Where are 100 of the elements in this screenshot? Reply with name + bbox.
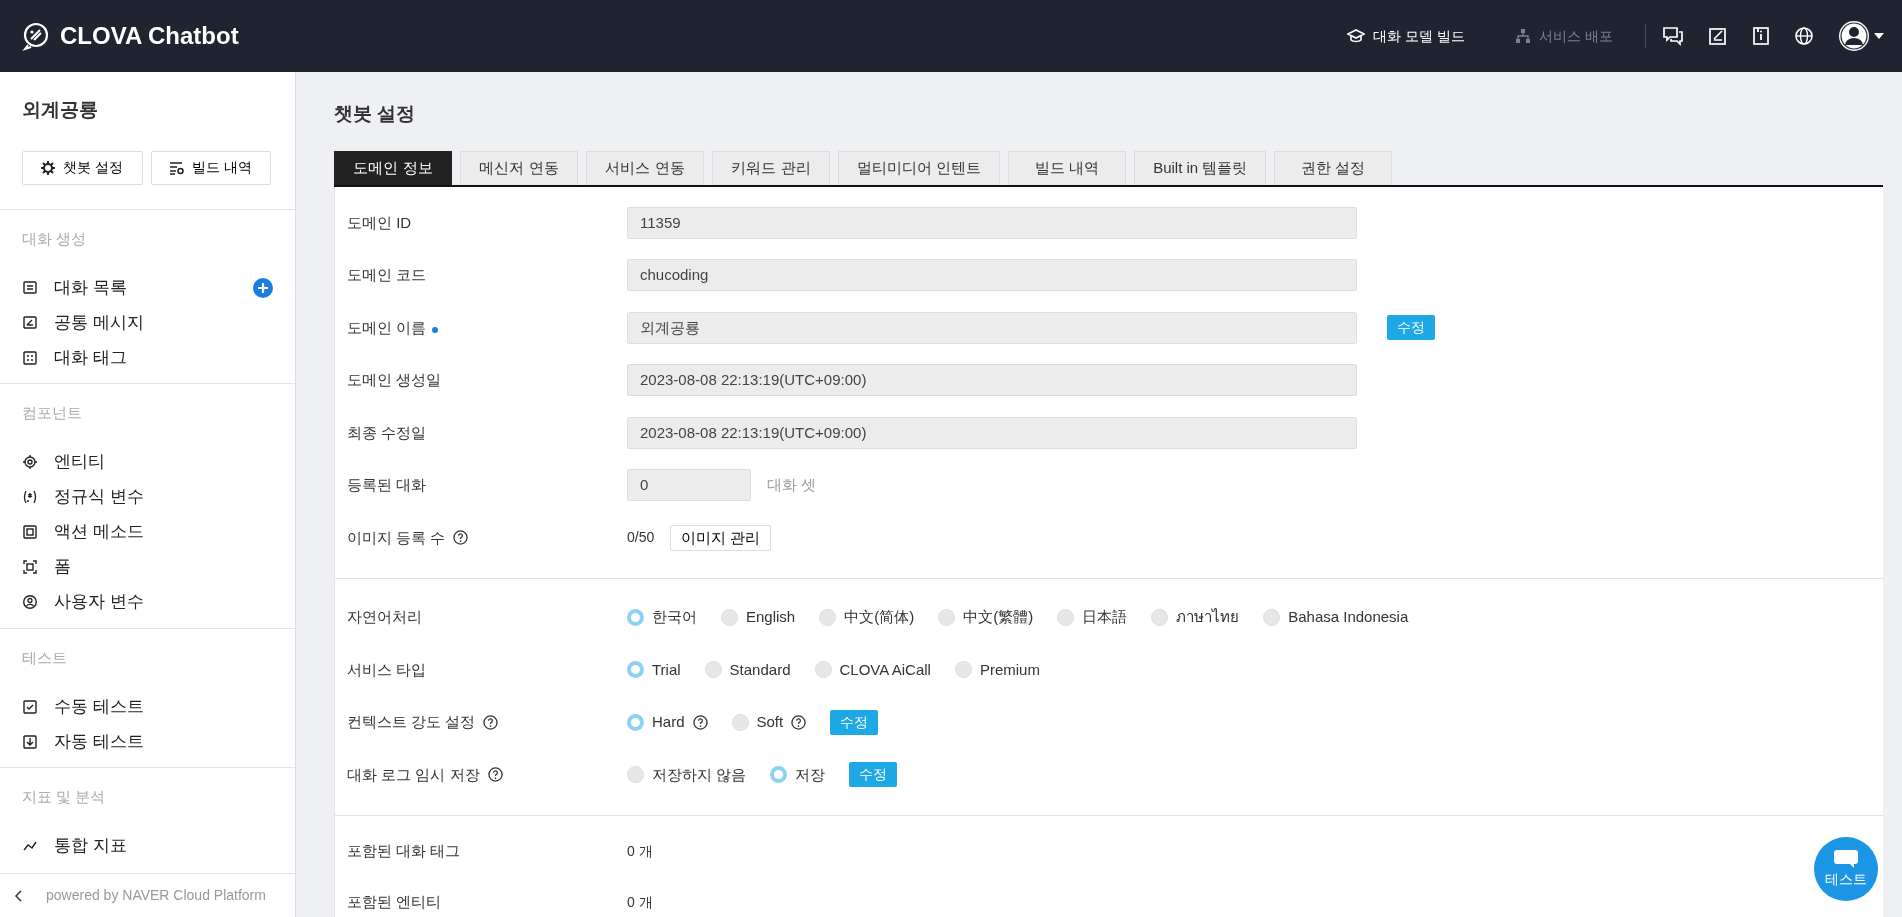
radio-label[interactable]: CLOVA AiCall	[839, 658, 931, 681]
radio-label[interactable]: Premium	[979, 658, 1040, 681]
build-list-icon	[169, 160, 185, 175]
radio-label[interactable]: ภาษาไทย	[1176, 606, 1240, 629]
radio-label[interactable]: Standard	[729, 658, 791, 681]
sidebar-item[interactable]: 수동 테스트	[54, 693, 144, 720]
avatar-icon[interactable]	[1838, 20, 1870, 52]
download-doc-icon	[22, 733, 38, 750]
read-only-field: 0	[627, 469, 751, 502]
radio-button[interactable]	[627, 766, 644, 784]
field-label: 도메인 이름	[347, 317, 427, 338]
setting-label: 자연어처리	[347, 607, 422, 627]
book-icon[interactable]	[1752, 26, 1770, 46]
tab[interactable]: 빌드 내역	[1008, 150, 1127, 185]
radio-label[interactable]: Hard	[652, 711, 685, 734]
list-icon	[22, 279, 38, 296]
help-icon[interactable]	[487, 767, 503, 783]
regex-icon	[22, 489, 38, 505]
radio-button[interactable]	[627, 608, 644, 626]
section-heading: 테스트	[22, 647, 68, 668]
globe-icon[interactable]	[1794, 26, 1814, 46]
radio-label[interactable]: Trial	[652, 658, 681, 681]
tab[interactable]: 권한 설정	[1274, 150, 1393, 185]
graduation-cap-icon	[1347, 28, 1366, 44]
sidebar-item[interactable]: 정규식 변수	[54, 484, 144, 510]
chat-bubble-icon	[1833, 848, 1859, 869]
radio-button[interactable]	[1057, 608, 1075, 626]
section-heading: 대화 생성	[22, 228, 88, 249]
radio-label[interactable]: 中文(简体)	[844, 606, 915, 629]
tab[interactable]: 멀티미디어 인텐트	[838, 150, 1001, 185]
summary-value: 0 개	[627, 893, 653, 912]
radio-label[interactable]: English	[746, 606, 796, 629]
radio-label[interactable]: 日本語	[1082, 606, 1128, 629]
field-label: 도메인 ID	[347, 212, 412, 233]
help-icon[interactable]	[483, 714, 499, 730]
radio-button[interactable]	[627, 661, 644, 679]
chat-icon[interactable]	[1662, 26, 1684, 46]
sidebar-item[interactable]: 액션 메소드	[54, 519, 144, 545]
read-only-field: 외계공룡	[627, 311, 1357, 344]
radio-button[interactable]	[819, 608, 837, 626]
radio-button[interactable]	[814, 661, 832, 679]
summary-label: 포함된 대화 태그	[347, 842, 461, 860]
tab[interactable]: 도메인 정보	[334, 150, 452, 185]
help-icon[interactable]	[453, 530, 469, 546]
action-icon	[22, 524, 38, 540]
sidebar-item[interactable]: 폼	[54, 554, 71, 580]
help-icon[interactable]	[791, 714, 807, 730]
setting-label: 서비스 타입	[347, 659, 427, 680]
radio-button[interactable]	[954, 661, 972, 679]
form-icon	[22, 559, 38, 575]
edit-note-icon[interactable]	[1708, 26, 1728, 46]
radio-button[interactable]	[938, 608, 956, 626]
tab[interactable]: 키워드 관리	[712, 150, 830, 185]
tag-grid-icon	[22, 349, 38, 366]
page-title: 챗봇 설정	[334, 102, 417, 126]
sidebar-item[interactable]: 사용자 변수	[54, 589, 144, 615]
section-heading: 컴포넌트	[22, 403, 83, 423]
add-icon[interactable]	[253, 277, 273, 298]
field-label: 이미지 등록 수	[347, 527, 446, 548]
project-title: 외계공룡	[21, 98, 99, 122]
tab[interactable]: Built in 템플릿	[1134, 150, 1267, 185]
radio-button[interactable]	[627, 713, 644, 731]
user-icon	[22, 594, 38, 610]
radio-label[interactable]: Soft	[756, 711, 784, 734]
field-label: 등록된 대화	[347, 475, 427, 495]
radio-label[interactable]: 저장하지 않음	[652, 763, 747, 786]
sidebar-item[interactable]: 대화 목록	[54, 274, 127, 301]
radio-button[interactable]	[731, 713, 749, 731]
field-label: 최종 수정일	[347, 422, 427, 443]
settings-icon	[41, 160, 56, 175]
sidebar-item[interactable]: 대화 태그	[54, 344, 127, 371]
checklist-icon	[22, 698, 38, 715]
radio-label[interactable]: Bahasa Indonesia	[1288, 606, 1409, 629]
radio-button[interactable]	[721, 608, 738, 626]
nav-link[interactable]: 대화 모델 빌드	[1347, 25, 1466, 47]
setting-label: 컨텍스트 강도 설정	[347, 712, 476, 732]
sidebar-item[interactable]: 엔티티	[54, 449, 105, 475]
help-icon[interactable]	[692, 714, 708, 730]
app-logo-text[interactable]: CLOVA Chatbot	[60, 18, 239, 54]
sidebar-button[interactable]: 챗봇 설정	[22, 150, 143, 185]
radio-label[interactable]: 中文(繁體)	[963, 606, 1034, 629]
radio-label[interactable]: 한국어	[652, 606, 697, 629]
setting-label: 대화 로그 임시 저장	[347, 764, 480, 785]
collapse-icon[interactable]	[14, 889, 22, 902]
radio-button[interactable]	[1151, 608, 1169, 626]
tab[interactable]: 서비스 연동	[586, 150, 704, 185]
radio-button[interactable]	[704, 661, 722, 679]
sidebar-item[interactable]: 공통 메시지	[54, 309, 144, 336]
sidebar-item[interactable]: 통합 지표	[54, 833, 127, 859]
radio-button[interactable]	[770, 766, 788, 784]
sidebar-button[interactable]: 빌드 내역	[150, 150, 271, 185]
radio-button[interactable]	[1263, 608, 1281, 626]
radio-label[interactable]: 저장	[795, 763, 826, 786]
tab[interactable]: 메신저 연동	[460, 150, 578, 185]
read-only-field: 11359	[627, 206, 1357, 239]
field-label: 도메인 생성일	[347, 370, 442, 390]
manage-button[interactable]: 이미지 관리	[670, 524, 772, 551]
read-only-field: chucoding	[627, 259, 1357, 292]
caret-icon[interactable]	[1874, 33, 1884, 39]
sidebar-item[interactable]: 자동 테스트	[54, 728, 144, 755]
